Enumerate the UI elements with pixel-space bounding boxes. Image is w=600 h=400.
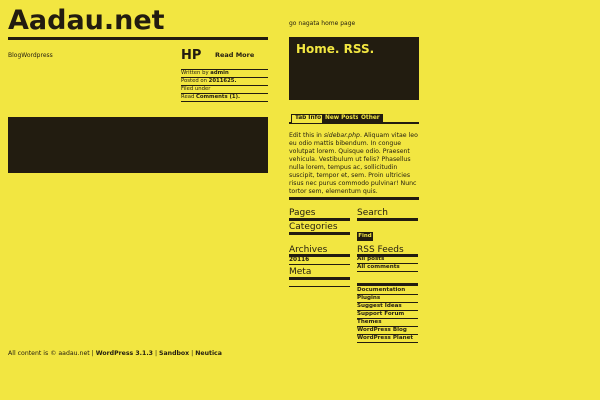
link-plugins[interactable]: Plugins: [357, 295, 418, 303]
post-meta-comments: Read Comments (1).: [181, 93, 268, 101]
widget-rule: [289, 277, 350, 280]
sidebar-tabs: Tab Info New Posts Other: [289, 114, 419, 124]
meta-divider: [181, 101, 268, 102]
widget-rule: [357, 218, 418, 221]
rss-all-posts-link[interactable]: All posts: [357, 256, 418, 264]
footer-sandbox-link[interactable]: Sandbox: [159, 350, 189, 357]
widget-rule: [357, 283, 418, 286]
widget-thin-rule: [289, 286, 350, 287]
post-meta-category: Filed under: [181, 85, 268, 93]
home-page-link[interactable]: go nagata home page: [289, 20, 355, 27]
footer-wordpress-link[interactable]: WordPress 3.1.3: [96, 350, 153, 357]
footer-neutica-link[interactable]: Neutica: [195, 350, 222, 357]
site-title[interactable]: Aadau.net: [8, 5, 165, 37]
link-themes[interactable]: Themes: [357, 319, 418, 327]
post-meta-author: Written by admin: [181, 69, 268, 77]
link-wordpress-blog[interactable]: WordPress Blog: [357, 327, 418, 335]
site-description: BlogWordpress: [8, 52, 53, 59]
widget-search-title: Search: [357, 208, 388, 218]
site-title-link[interactable]: Aadau.net: [8, 5, 165, 36]
meta-label: Filed under: [181, 86, 211, 92]
widget-pages-title: Pages: [289, 208, 316, 218]
archive-link[interactable]: 20116: [289, 257, 309, 263]
meta-label: Written by: [181, 70, 211, 76]
tab-content-file: sidebar.php: [323, 132, 360, 139]
rss-all-comments-link[interactable]: All comments: [357, 264, 418, 272]
post-title[interactable]: HP: [181, 48, 201, 63]
tab-info[interactable]: Tab Info: [291, 114, 326, 123]
widget-meta-title: Meta: [289, 267, 312, 277]
author-link[interactable]: admin: [210, 70, 228, 76]
read-more-link[interactable]: Read More: [215, 51, 254, 59]
comments-link[interactable]: Comments (1).: [196, 94, 240, 100]
header-box: Home. RSS.: [289, 37, 419, 100]
widget-rule: [289, 218, 350, 221]
tab-content-prefix: Edit this in: [289, 132, 324, 139]
header-box-text[interactable]: Home. RSS.: [296, 42, 374, 56]
title-divider: [8, 37, 268, 40]
widget-categories-title: Categories: [289, 222, 338, 232]
footer: All content is © aadau.net | WordPress 3…: [8, 350, 222, 357]
link-support-forum[interactable]: Support Forum: [357, 311, 418, 319]
link-documentation[interactable]: Documentation: [357, 287, 418, 295]
tab-content: Edit this in sidebar.php. Aliquam vitae …: [289, 132, 419, 196]
link-suggest-ideas[interactable]: Suggest Ideas: [357, 303, 418, 311]
widget-thin-rule: [289, 264, 350, 265]
tab-other[interactable]: Other: [358, 114, 383, 123]
post-meta-date: Posted on 2011625.: [181, 77, 268, 85]
post-date: 2011625.: [208, 78, 237, 84]
widget-rule: [289, 232, 350, 235]
sidebar-divider: [289, 197, 419, 200]
meta-label: Read: [181, 94, 196, 100]
footer-copyright: All content is © aadau.net |: [8, 350, 96, 357]
tab-content-body: . Aliquam vitae leo eu odio mattis biben…: [289, 132, 418, 195]
tab-new-posts[interactable]: New Posts: [322, 114, 363, 123]
meta-label: Posted on: [181, 78, 209, 84]
post-content-block: [8, 117, 268, 173]
find-button[interactable]: Find: [357, 232, 373, 241]
link-wordpress-planet[interactable]: WordPress Planet: [357, 335, 418, 343]
